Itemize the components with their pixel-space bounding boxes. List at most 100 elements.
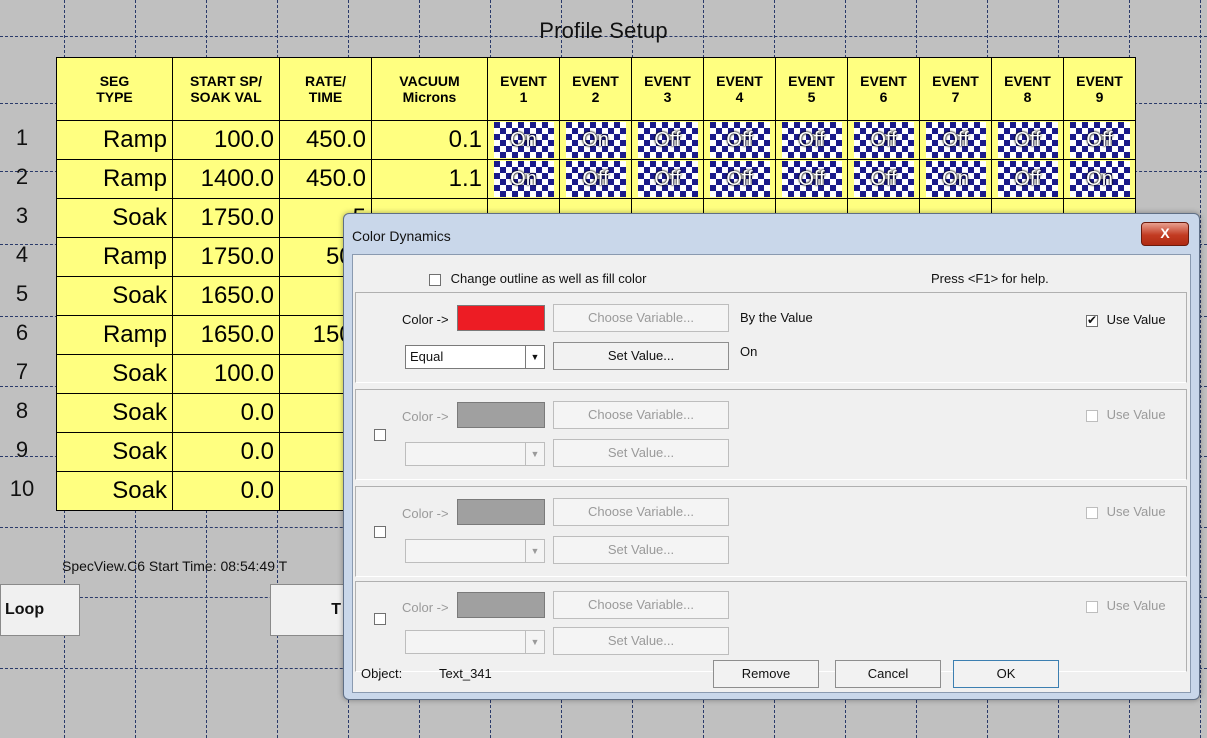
event-cell[interactable]: Off — [775, 159, 848, 199]
event-cell[interactable]: Off — [847, 159, 920, 199]
event-cell[interactable]: On — [487, 159, 560, 199]
operator-select-3[interactable]: ▼ — [405, 539, 545, 563]
vacuum-cell[interactable]: 0.1 — [371, 120, 488, 160]
close-button[interactable]: X — [1141, 222, 1189, 246]
choose-variable-button-3[interactable]: Choose Variable... — [553, 498, 729, 526]
event-toggle[interactable]: Off — [997, 161, 1058, 197]
event-cell[interactable]: Off — [703, 120, 776, 160]
event-toggle[interactable]: Off — [709, 161, 770, 197]
chevron-down-icon[interactable]: ▼ — [525, 443, 544, 465]
event-toggle[interactable]: Off — [997, 122, 1058, 158]
seg-type-cell[interactable]: Soak — [56, 198, 173, 238]
seg-type-cell[interactable]: Soak — [56, 393, 173, 433]
color-swatch-3[interactable] — [457, 499, 545, 525]
event-toggle[interactable]: Off — [853, 161, 914, 197]
event-toggle[interactable]: On — [493, 161, 554, 197]
choose-variable-button-2[interactable]: Choose Variable... — [553, 401, 729, 429]
use-value-label-1: Use Value — [1106, 312, 1166, 327]
seg-type-cell[interactable]: Ramp — [56, 315, 173, 355]
start-sp-cell[interactable]: 100.0 — [172, 120, 280, 160]
start-sp-cell[interactable]: 1750.0 — [172, 198, 280, 238]
start-sp-cell[interactable]: 0.0 — [172, 432, 280, 472]
use-value-4[interactable]: Use Value — [1086, 598, 1166, 613]
start-sp-cell[interactable]: 1650.0 — [172, 315, 280, 355]
enable-checkbox-2[interactable] — [374, 429, 386, 441]
outline-checkbox-row[interactable]: Change outline as well as fill color — [429, 271, 646, 286]
event-cell[interactable]: Off — [559, 159, 632, 199]
start-sp-cell[interactable]: 100.0 — [172, 354, 280, 394]
cancel-button[interactable]: Cancel — [835, 660, 941, 688]
event-cell[interactable]: Off — [847, 120, 920, 160]
set-value-button-4[interactable]: Set Value... — [553, 627, 729, 655]
seg-type-cell[interactable]: Soak — [56, 471, 173, 511]
event-toggle[interactable]: Off — [709, 122, 770, 158]
set-value-button-2[interactable]: Set Value... — [553, 439, 729, 467]
event-toggle[interactable]: Off — [781, 161, 842, 197]
set-value-button-3[interactable]: Set Value... — [553, 536, 729, 564]
operator-select-4[interactable]: ▼ — [405, 630, 545, 654]
operator-select[interactable]: Equal ▼ — [405, 345, 545, 369]
seg-type-cell[interactable]: Soak — [56, 354, 173, 394]
color-swatch-1[interactable] — [457, 305, 545, 331]
event-cell[interactable]: On — [1063, 159, 1136, 199]
seg-type-cell[interactable]: Soak — [56, 432, 173, 472]
event-toggle[interactable]: Off — [853, 122, 914, 158]
use-value-checkbox-4[interactable] — [1086, 600, 1098, 613]
event-toggle[interactable]: On — [493, 122, 554, 158]
rate-time-cell[interactable]: 450.0 — [279, 159, 372, 199]
event-toggle[interactable]: On — [925, 161, 986, 197]
set-value-button-1[interactable]: Set Value... — [553, 342, 729, 370]
enable-checkbox-4[interactable] — [374, 613, 386, 625]
event-toggle[interactable]: Off — [1069, 122, 1130, 158]
start-sp-cell[interactable]: 1400.0 — [172, 159, 280, 199]
event-cell[interactable]: Off — [991, 120, 1064, 160]
event-toggle[interactable]: Off — [925, 122, 986, 158]
outline-checkbox[interactable] — [429, 273, 441, 286]
event-cell[interactable]: On — [919, 159, 992, 199]
use-value-checkbox-2[interactable] — [1086, 409, 1098, 422]
remove-button[interactable]: Remove — [713, 660, 819, 688]
event-cell[interactable]: Off — [703, 159, 776, 199]
event-cell[interactable]: On — [487, 120, 560, 160]
event-cell[interactable]: Off — [919, 120, 992, 160]
event-toggle[interactable]: Off — [637, 161, 698, 197]
event-toggle[interactable]: Off — [637, 122, 698, 158]
use-value-1[interactable]: Use Value — [1086, 312, 1166, 327]
seg-type-cell[interactable]: Ramp — [56, 159, 173, 199]
use-value-3[interactable]: Use Value — [1086, 504, 1166, 519]
seg-type-cell[interactable]: Ramp — [56, 237, 173, 277]
vacuum-cell[interactable]: 1.1 — [371, 159, 488, 199]
use-value-2[interactable]: Use Value — [1086, 407, 1166, 422]
chevron-down-icon[interactable]: ▼ — [525, 631, 544, 653]
start-sp-cell[interactable]: 1650.0 — [172, 276, 280, 316]
loop-button[interactable]: Loop — [0, 584, 80, 636]
event-toggle[interactable]: On — [1069, 161, 1130, 197]
seg-type-cell[interactable]: Ramp — [56, 120, 173, 160]
seg-type-cell[interactable]: Soak — [56, 276, 173, 316]
color-swatch-4[interactable] — [457, 592, 545, 618]
choose-variable-button-4[interactable]: Choose Variable... — [553, 591, 729, 619]
event-toggle[interactable]: On — [565, 122, 626, 158]
chevron-down-icon[interactable]: ▼ — [525, 540, 544, 562]
event-cell[interactable]: Off — [631, 159, 704, 199]
choose-variable-button-1[interactable]: Choose Variable... — [553, 304, 729, 332]
chevron-down-icon[interactable]: ▼ — [525, 346, 544, 368]
event-toggle[interactable]: Off — [781, 122, 842, 158]
use-value-checkbox-3[interactable] — [1086, 506, 1098, 519]
event-cell[interactable]: Off — [991, 159, 1064, 199]
rate-time-cell[interactable]: 450.0 — [279, 120, 372, 160]
enable-checkbox-3[interactable] — [374, 526, 386, 538]
color-swatch-2[interactable] — [457, 402, 545, 428]
ok-button[interactable]: OK — [953, 660, 1059, 688]
event-toggle[interactable]: Off — [565, 161, 626, 197]
event-cell[interactable]: On — [559, 120, 632, 160]
t-button[interactable]: T — [270, 584, 350, 636]
start-sp-cell[interactable]: 1750.0 — [172, 237, 280, 277]
start-sp-cell[interactable]: 0.0 — [172, 471, 280, 511]
event-cell[interactable]: Off — [1063, 120, 1136, 160]
use-value-checkbox-1[interactable] — [1086, 313, 1098, 327]
event-cell[interactable]: Off — [631, 120, 704, 160]
operator-select-2[interactable]: ▼ — [405, 442, 545, 466]
start-sp-cell[interactable]: 0.0 — [172, 393, 280, 433]
event-cell[interactable]: Off — [775, 120, 848, 160]
